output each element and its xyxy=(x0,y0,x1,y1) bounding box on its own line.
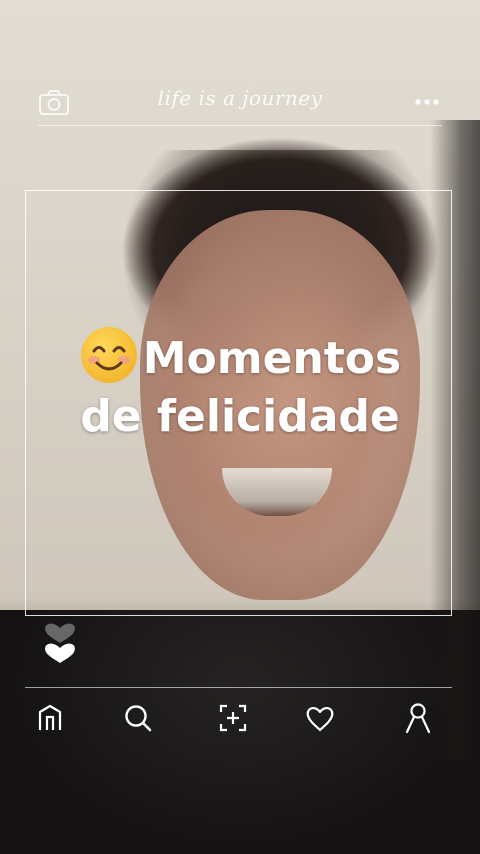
reactions xyxy=(40,612,80,668)
bottom-nav xyxy=(30,698,450,738)
header-title: life is a journey xyxy=(157,86,323,110)
smiling-face-emoji xyxy=(79,325,139,385)
caption-line-2: de felicidade xyxy=(80,391,400,442)
heart-outline-icon[interactable] xyxy=(300,698,340,738)
more-icon[interactable] xyxy=(414,98,440,106)
camera-icon[interactable] xyxy=(38,88,70,116)
caption: Momentos de felicidade xyxy=(0,325,480,446)
profile-icon[interactable] xyxy=(398,698,438,738)
top-divider xyxy=(38,125,442,126)
home-icon[interactable] xyxy=(30,698,70,738)
caption-line-1: Momentos xyxy=(142,333,402,384)
add-post-icon[interactable] xyxy=(213,698,253,738)
top-bar: life is a journey xyxy=(38,86,442,120)
search-icon[interactable] xyxy=(118,698,158,738)
bottom-divider xyxy=(25,687,452,688)
heart-icon xyxy=(45,643,75,663)
